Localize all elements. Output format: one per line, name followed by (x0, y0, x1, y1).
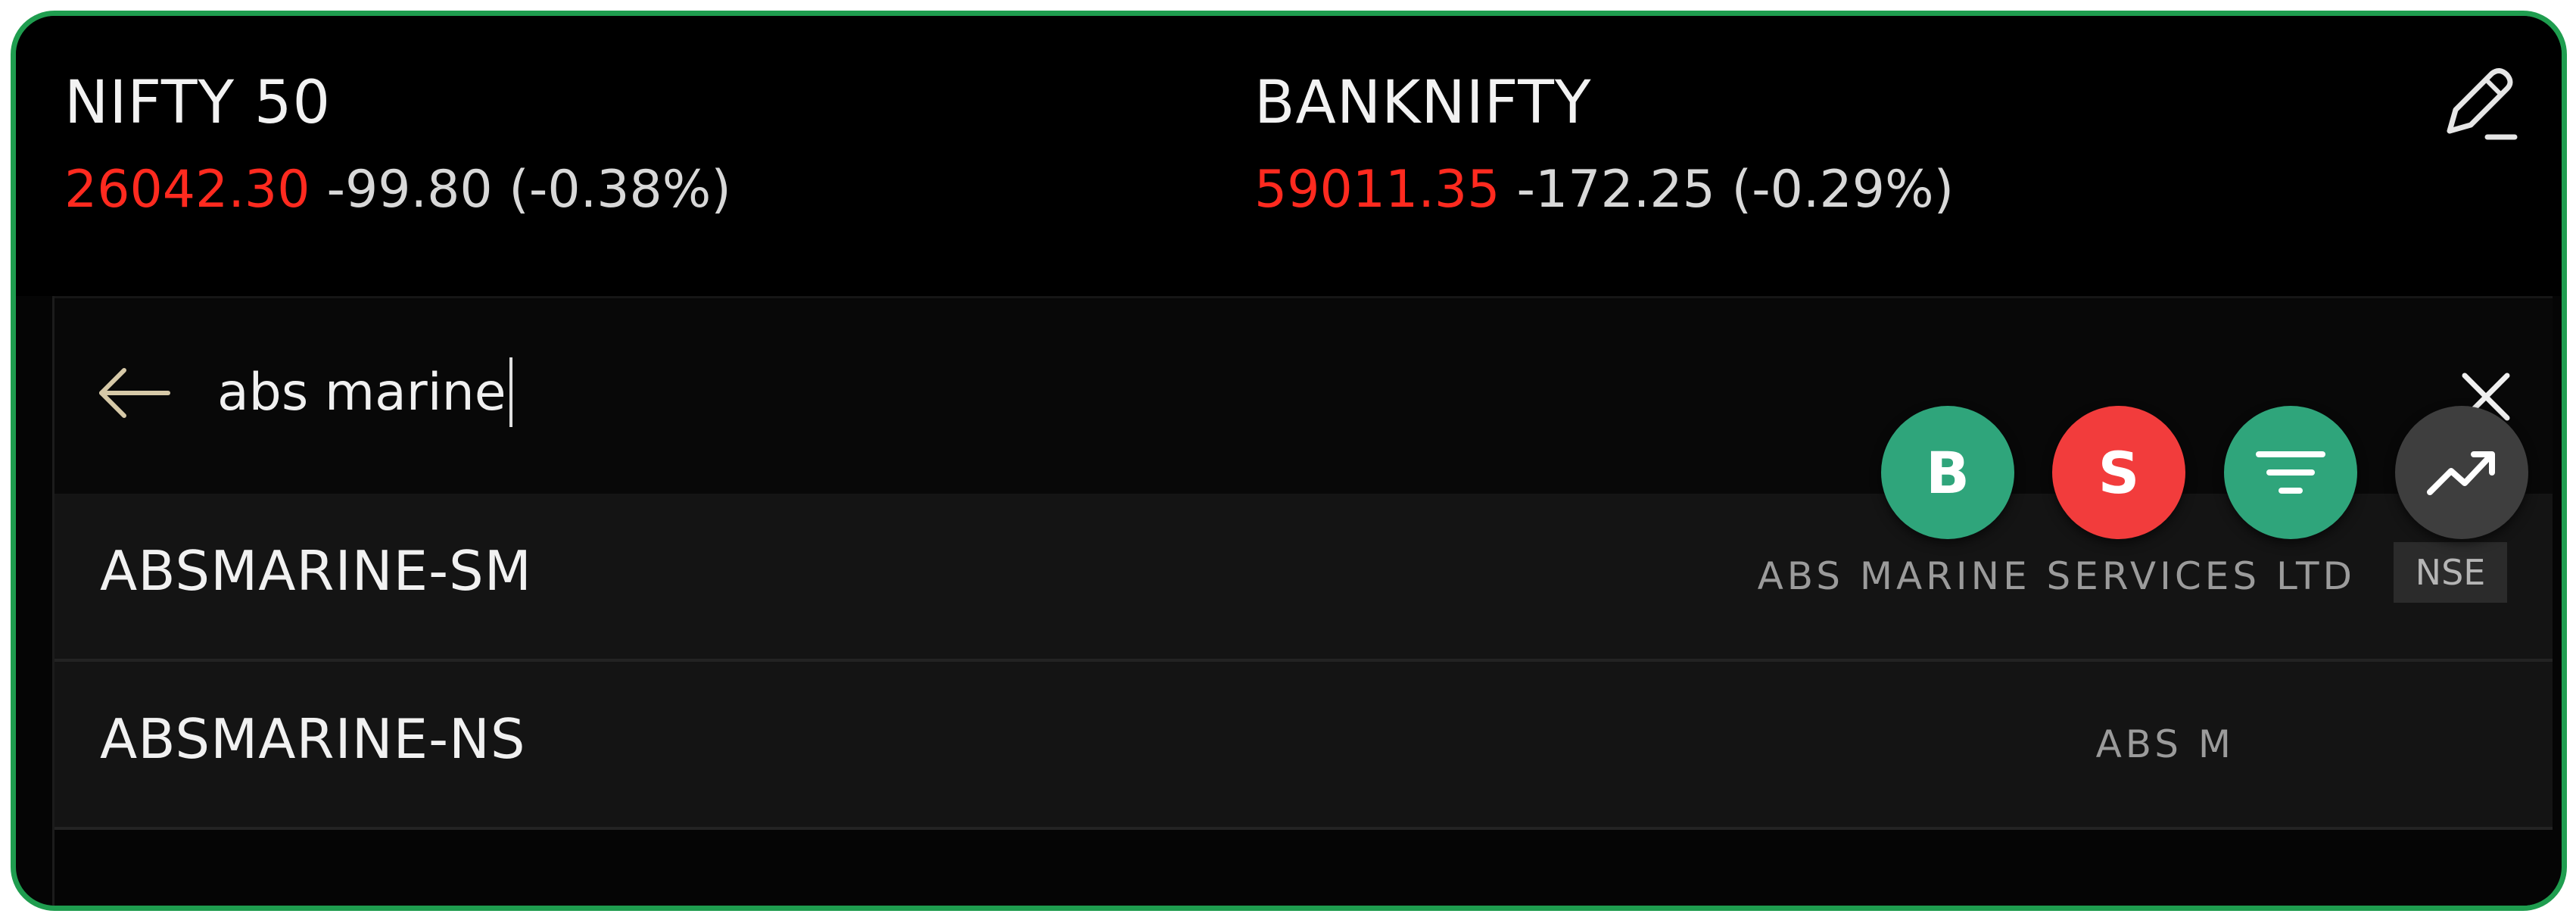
filter-icon (2256, 451, 2325, 494)
result-symbol: ABSMARINE-NS (100, 707, 526, 771)
buy-button[interactable]: B (1881, 406, 2014, 539)
trend-chart-icon (2427, 451, 2495, 495)
index-change: -172.25 (-0.29%) (1516, 160, 1955, 220)
app-frame: NIFTY 50 26042.30 -99.80 (-0.38%) BANKNIF… (11, 11, 2567, 911)
exchange-badge: NSE (2394, 542, 2507, 603)
result-company-name: ABS MARINE SERVICES LTD (1757, 554, 2356, 598)
text-caret (509, 357, 512, 427)
back-arrow-icon[interactable] (92, 359, 176, 427)
search-panel: abs marine ABSMARINE-SM ABS MARINE SERVI… (52, 296, 2553, 906)
index-price: 59011.35 (1254, 160, 1500, 220)
search-result-item[interactable]: ABSMARINE-SM ABS MARINE SERVICES LTD NSE (55, 494, 2553, 662)
result-company-name: ABS M (2095, 722, 2235, 766)
sell-button[interactable]: S (2052, 406, 2185, 539)
empty-list-area (55, 830, 2553, 906)
index-quote-banknifty[interactable]: 59011.35 -172.25 (-0.29%) (1254, 160, 1954, 220)
index-price: 26042.30 (64, 160, 310, 220)
index-name-banknifty: BANKNIFTY (1254, 69, 1592, 137)
edit-icon[interactable] (2433, 61, 2524, 152)
filter-button[interactable] (2224, 406, 2357, 539)
index-change: -99.80 (-0.38%) (326, 160, 731, 220)
index-quote-nifty[interactable]: 26042.30 -99.80 (-0.38%) (64, 160, 731, 220)
search-result-item[interactable]: ABSMARINE-NS ABS M (55, 662, 2553, 830)
result-symbol: ABSMARINE-SM (100, 539, 532, 603)
search-query-text: abs marine (217, 362, 506, 423)
chart-button[interactable] (2395, 406, 2528, 539)
index-name-nifty: NIFTY 50 (64, 69, 332, 137)
index-header: NIFTY 50 26042.30 -99.80 (-0.38%) BANKNIF… (16, 16, 2562, 296)
search-input[interactable]: abs marine (217, 357, 512, 427)
